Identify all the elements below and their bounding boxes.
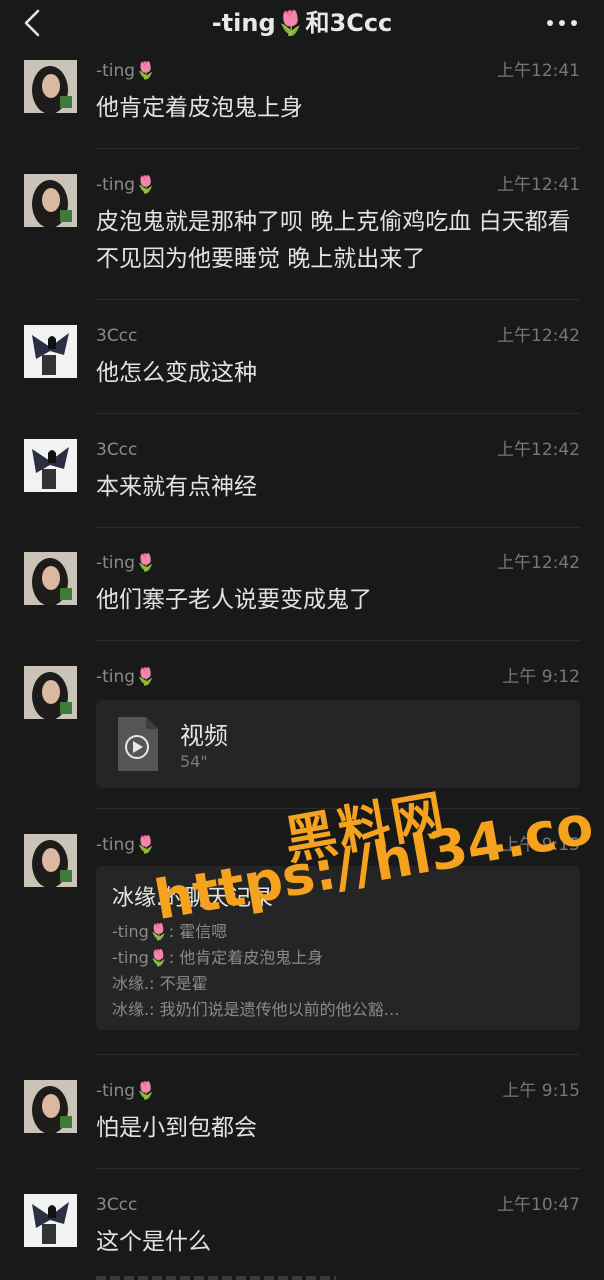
message-text[interactable]: 他们寨子老人说要变成鬼了 [96,582,580,619]
message-time: 上午12:42 [497,440,580,460]
chat-record-line: -ting🌷: 他肯定着皮泡鬼上身 [112,948,324,967]
top-bar: -ting🌷和3Ccc [0,0,604,48]
message-time: 上午12:41 [497,61,580,81]
avatar[interactable] [24,325,77,378]
avatar[interactable] [24,439,77,492]
message-time: 上午12:42 [497,553,580,573]
message-time: 上午 9:12 [502,667,580,687]
avatar[interactable] [24,174,77,227]
avatar[interactable] [24,1080,77,1133]
chat-record-line: -ting🌷: 霍信嗯 [112,922,228,941]
sender-name: -ting🌷 [96,175,157,195]
video-title: 视频 [180,722,228,750]
avatar[interactable] [24,552,77,605]
divider [96,1168,580,1169]
divider [96,1054,580,1055]
divider [96,148,580,149]
message-time: 上午12:41 [497,175,580,195]
divider [96,527,580,528]
video-file-icon [118,717,158,771]
divider [96,640,580,641]
divider [96,299,580,300]
chat-record-line: 冰缘.: 我奶们说是遗传他以前的他公豁… [112,1000,400,1019]
avatar[interactable] [24,666,77,719]
message-text[interactable]: 他肯定着皮泡鬼上身 [96,90,580,127]
divider [96,808,580,809]
sender-name: 3Ccc [96,1195,138,1215]
sender-name: 3Ccc [96,440,138,460]
divider [96,413,580,414]
chat-record-title: 冰缘.的聊天记录 [112,886,273,911]
message-text[interactable]: 皮泡鬼就是那种了呗 晚上克偷鸡吃血 白天都看不见因为他要睡觉 晚上就出来了 [96,204,580,278]
message-time: 上午 9:15 [502,835,580,855]
chat-record-line: 冰缘.: 不是霍 [112,974,208,993]
video-duration: 54" [180,752,208,771]
sender-name: -ting🌷 [96,835,157,855]
video-card[interactable]: 视频 54" [96,700,580,788]
next-message-preview [96,1276,336,1280]
avatar[interactable] [24,1194,77,1247]
message-text[interactable]: 这个是什么 [96,1224,580,1261]
sender-name: -ting🌷 [96,553,157,573]
message-text[interactable]: 他怎么变成这种 [96,355,580,392]
message-text[interactable]: 怕是小到包都会 [96,1110,580,1147]
avatar[interactable] [24,834,77,887]
more-dots-icon[interactable] [546,14,578,32]
chat-title: -ting🌷和3Ccc [211,9,393,37]
message-time: 上午 9:15 [502,1081,580,1101]
message-time: 上午10:47 [497,1195,580,1215]
avatar[interactable] [24,60,77,113]
chat-record-card[interactable]: 冰缘.的聊天记录 -ting🌷: 霍信嗯 -ting🌷: 他肯定着皮泡鬼上身 冰… [96,866,580,1030]
message-text[interactable]: 本来就有点神经 [96,469,580,506]
sender-name: -ting🌷 [96,667,157,687]
message-time: 上午12:42 [497,326,580,346]
sender-name: -ting🌷 [96,61,157,81]
sender-name: 3Ccc [96,326,138,346]
sender-name: -ting🌷 [96,1081,157,1101]
